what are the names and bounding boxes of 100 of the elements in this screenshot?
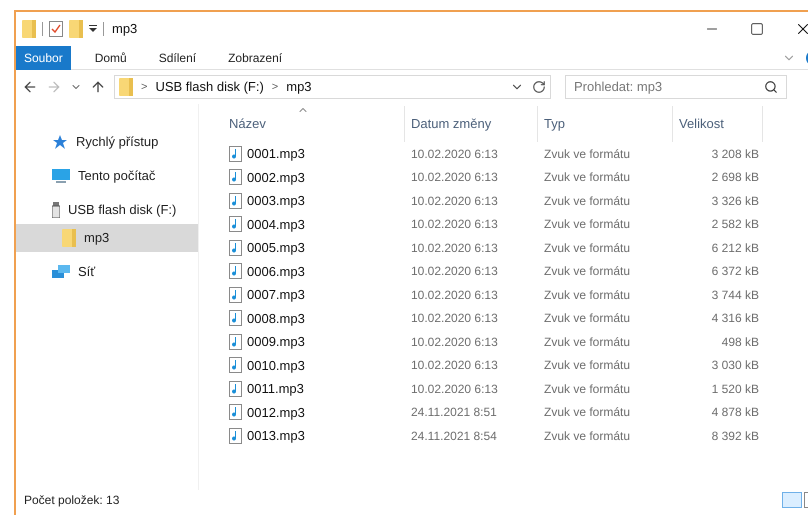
properties-icon[interactable] xyxy=(49,21,63,37)
audio-file-icon xyxy=(229,192,242,209)
file-name[interactable]: 0011.mp3 xyxy=(247,379,304,398)
sidebar-item[interactable]: USB flash disk (F:) xyxy=(16,196,198,224)
file-name[interactable]: 0006.mp3 xyxy=(247,262,305,281)
date-cell-text: 10.02.2020 6:13 xyxy=(410,334,499,351)
size-cell-text: 4 878 kB xyxy=(710,404,760,422)
file-name[interactable]: 0013.mp3 xyxy=(247,426,305,446)
file-name[interactable]: 0010.mp3 xyxy=(247,356,305,375)
column-header[interactable]: Datum změny xyxy=(405,106,538,142)
type-cell-text: Zvuk ve formátu xyxy=(543,310,632,328)
file-name[interactable]: 0005.mp3 xyxy=(247,238,305,258)
network-icon xyxy=(52,264,70,280)
folder-icon xyxy=(119,78,133,96)
size-cell-text: 8 392 kB xyxy=(710,428,760,445)
audio-file-icon xyxy=(229,286,242,303)
audio-file-icon xyxy=(229,240,242,256)
date-cell-text: 10.02.2020 6:13 xyxy=(410,240,499,257)
column-header[interactable]: Velikost xyxy=(673,106,763,142)
usb-drive-icon xyxy=(52,202,60,218)
audio-file-icon xyxy=(229,169,242,186)
sidebar-item[interactable]: Síť xyxy=(16,258,198,286)
type-cell-text: Zvuk ve formátu xyxy=(543,146,632,163)
ribbon-tab[interactable]: Zobrazení xyxy=(220,46,290,70)
audio-file-icon xyxy=(229,357,242,374)
folder-icon xyxy=(69,20,83,38)
date-cell-text: 24.11.2021 8:51 xyxy=(410,404,498,422)
maximize-icon[interactable] xyxy=(750,22,764,36)
audio-file-icon xyxy=(229,404,242,420)
type-cell-text: Zvuk ve formátu xyxy=(543,192,632,210)
audio-file-icon xyxy=(229,263,242,280)
sidebar-item[interactable]: Rychlý přístup xyxy=(16,128,198,156)
type-cell-text: Zvuk ve formátu xyxy=(543,286,632,304)
date-cell-text: 10.02.2020 6:13 xyxy=(410,216,499,234)
column-header[interactable]: Název xyxy=(223,106,405,142)
sidebar-item[interactable]: Tento počítač xyxy=(16,162,198,190)
size-cell-text: 3 030 kB xyxy=(710,357,760,374)
date-cell-text: 10.02.2020 6:13 xyxy=(410,192,499,210)
audio-file-icon xyxy=(229,146,242,162)
ribbon-tab[interactable]: Sdílení xyxy=(150,46,204,70)
ribbon-tab[interactable]: Soubor xyxy=(16,46,71,70)
date-cell-text: 10.02.2020 6:13 xyxy=(410,310,499,328)
file-name[interactable]: 0004.mp3 xyxy=(247,214,305,234)
audio-file-icon xyxy=(229,334,242,350)
breadcrumb-separator: > xyxy=(141,80,148,95)
size-cell-text: 2 698 kB xyxy=(710,169,760,186)
breadcrumb[interactable]: USB flash disk (F:) xyxy=(155,77,264,97)
type-cell-text: Zvuk ve formátu xyxy=(543,428,632,445)
type-cell-text: Zvuk ve formátu xyxy=(543,404,632,422)
size-cell-text: 3 208 kB xyxy=(710,146,760,163)
address-field[interactable]: > USB flash disk (F:) > mp3 xyxy=(114,75,551,99)
folder-icon xyxy=(22,20,36,38)
date-cell-text: 10.02.2020 6:13 xyxy=(410,357,499,374)
type-cell-text: Zvuk ve formátu xyxy=(543,240,632,257)
dropdown-icon[interactable] xyxy=(89,25,97,33)
date-cell-text: 10.02.2020 6:13 xyxy=(410,146,499,163)
type-cell-text: Zvuk ve formátu xyxy=(543,216,632,234)
refresh-icon[interactable] xyxy=(532,80,546,94)
audio-file-icon xyxy=(229,428,242,444)
sidebar-item[interactable]: mp3 xyxy=(16,224,198,252)
file-name[interactable]: 0001.mp3 xyxy=(247,144,305,164)
back-icon[interactable] xyxy=(22,79,38,95)
file-name[interactable]: 0008.mp3 xyxy=(247,308,305,328)
file-name[interactable]: 0009.mp3 xyxy=(247,332,305,352)
ribbon-tab[interactable]: Domů xyxy=(86,46,135,70)
file-name[interactable]: 0003.mp3 xyxy=(247,191,305,210)
date-cell-text: 10.02.2020 6:13 xyxy=(410,380,499,398)
file-name[interactable]: 0002.mp3 xyxy=(247,168,305,187)
window-title: mp3 xyxy=(112,20,138,38)
date-cell-text: 10.02.2020 6:13 xyxy=(410,169,499,186)
column-header[interactable]: Typ xyxy=(538,106,673,142)
search-field[interactable]: Prohledat: mp3 xyxy=(565,75,787,99)
size-cell-text: 4 316 kB xyxy=(710,310,760,328)
size-cell-text: 1 520 kB xyxy=(710,380,760,398)
size-cell-text: 6 372 kB xyxy=(710,263,760,280)
type-cell-text: Zvuk ve formátu xyxy=(543,380,632,398)
type-cell-text: Zvuk ve formátu xyxy=(543,334,632,351)
monitor-icon xyxy=(52,168,70,184)
size-cell-text: 3 744 kB xyxy=(710,286,760,304)
status-text: Počet položek: 13 xyxy=(24,492,120,509)
date-cell-text: 24.11.2021 8:54 xyxy=(410,428,498,445)
type-cell-text: Zvuk ve formátu xyxy=(543,357,632,374)
date-cell-text: 10.02.2020 6:13 xyxy=(410,286,499,304)
size-cell-text: 3 326 kB xyxy=(710,192,760,210)
type-cell-text: Zvuk ve formátu xyxy=(543,169,632,186)
type-cell-text: Zvuk ve formátu xyxy=(543,263,632,280)
audio-file-icon xyxy=(229,380,242,397)
breadcrumb-separator: > xyxy=(272,80,278,95)
folder-icon xyxy=(62,229,76,247)
date-cell-text: 10.02.2020 6:13 xyxy=(410,263,499,280)
breadcrumb[interactable]: mp3 xyxy=(286,77,312,97)
size-cell-text: 6 212 kB xyxy=(710,240,760,257)
search-icon[interactable] xyxy=(764,80,778,94)
size-cell-text: 498 kB xyxy=(720,334,760,351)
audio-file-icon xyxy=(229,216,242,232)
size-cell-text: 2 582 kB xyxy=(710,216,760,234)
star-icon xyxy=(52,134,68,150)
up-icon[interactable] xyxy=(90,79,106,95)
file-name[interactable]: 0012.mp3 xyxy=(247,402,305,422)
file-name[interactable]: 0007.mp3 xyxy=(247,285,305,304)
